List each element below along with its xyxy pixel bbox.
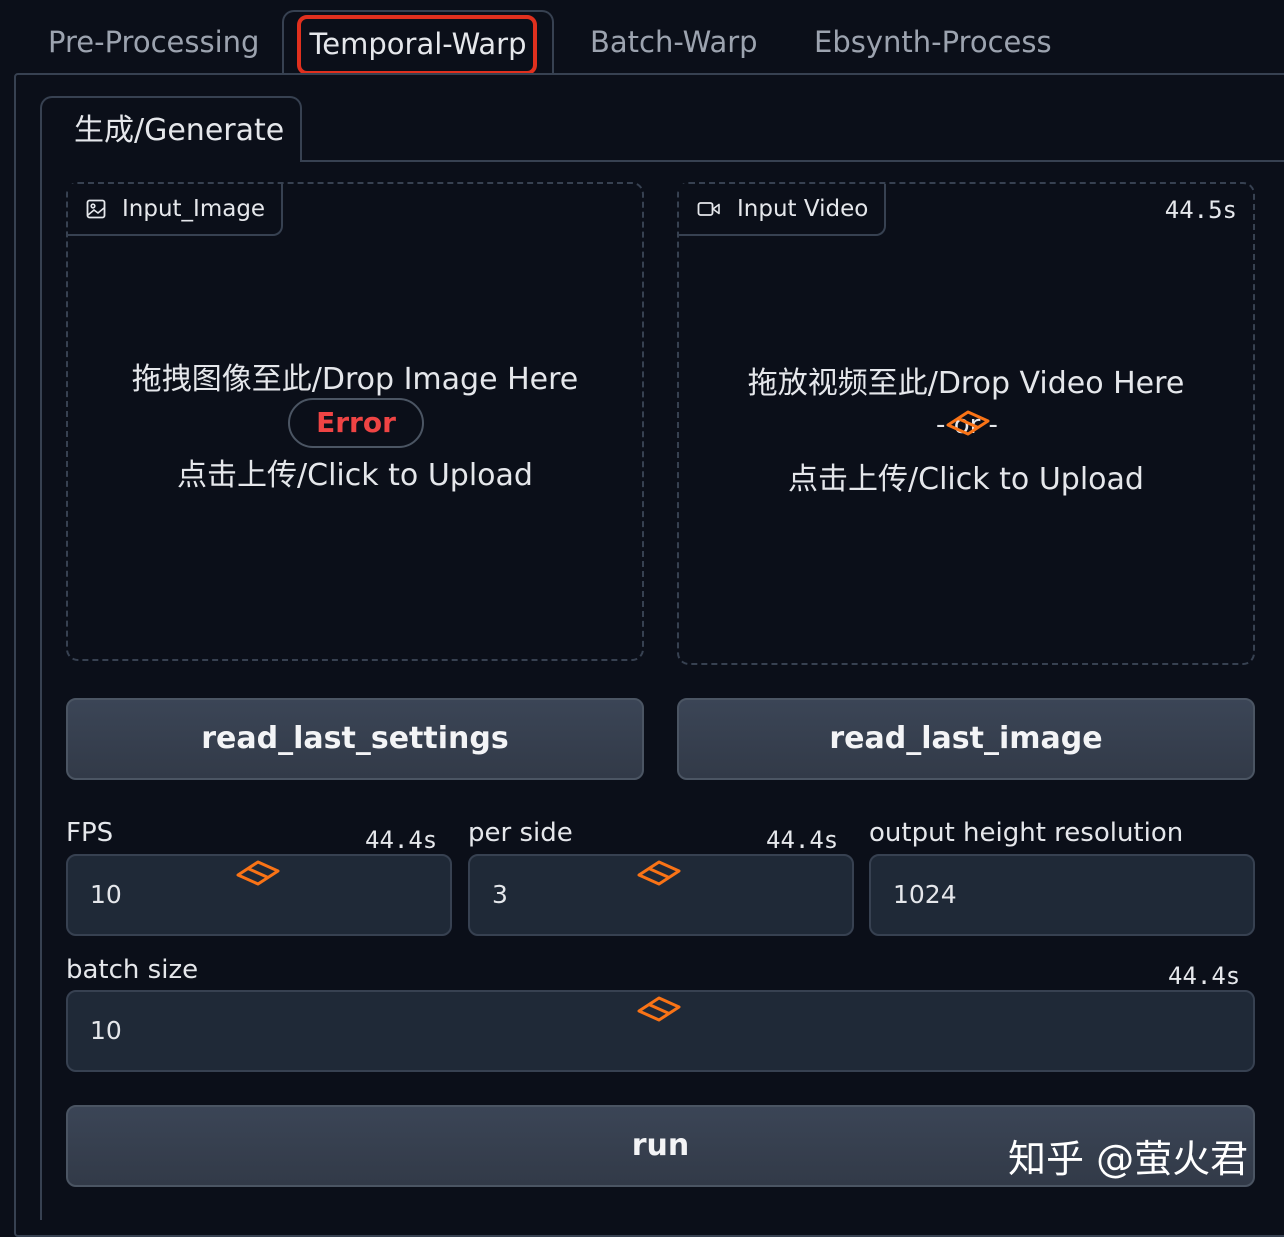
image-input-label-text: Input_Image bbox=[122, 196, 266, 222]
per-side-label: per side bbox=[468, 818, 573, 848]
batch-size-label: batch size bbox=[66, 955, 199, 985]
tab-ebsynth-process[interactable]: Ebsynth-Process bbox=[814, 10, 1052, 74]
video-input-label-text: Input Video bbox=[737, 196, 869, 222]
batch-size-loading-icon bbox=[637, 996, 681, 1022]
output-height-label: output height resolution bbox=[869, 818, 1184, 848]
video-drop-text: 拖放视频至此/Drop Video Here bbox=[747, 366, 1185, 401]
video-icon bbox=[697, 202, 720, 216]
video-timer: 44.5s bbox=[1164, 196, 1237, 224]
per-side-timer: 44.4s bbox=[766, 826, 839, 854]
tab-generate[interactable]: 生成/Generate bbox=[40, 96, 302, 162]
tab-batch-warp[interactable]: Batch-Warp bbox=[590, 10, 758, 74]
image-click-text: 点击上传/Click to Upload bbox=[177, 458, 533, 493]
image-input-label: Input_Image bbox=[68, 184, 284, 236]
top-tab-bar: Pre-Processing Temporal-Warp Batch-Warp … bbox=[0, 0, 1284, 74]
video-click-text: 点击上传/Click to Upload bbox=[788, 462, 1144, 497]
output-height-input[interactable]: 1024 bbox=[869, 854, 1255, 936]
batch-size-timer: 44.4s bbox=[1168, 962, 1241, 990]
video-input-label: Input Video bbox=[679, 184, 887, 236]
image-dropzone[interactable]: Input_Image 拖拽图像至此/Drop Image Here Error… bbox=[66, 182, 644, 661]
video-dropzone[interactable]: Input Video 44.5s 拖放视频至此/Drop Video Here… bbox=[677, 182, 1255, 665]
fps-loading-icon bbox=[236, 860, 280, 886]
fps-timer: 44.4s bbox=[365, 826, 438, 854]
error-badge: Error bbox=[288, 398, 424, 448]
per-side-loading-icon bbox=[637, 860, 681, 886]
highlight-annotation-box bbox=[297, 15, 537, 75]
image-icon bbox=[86, 199, 106, 219]
read-last-image-button[interactable]: read_last_image bbox=[677, 698, 1255, 780]
watermark: 知乎 @萤火君 bbox=[1008, 1137, 1249, 1181]
fps-label: FPS bbox=[66, 818, 114, 848]
image-drop-text: 拖拽图像至此/Drop Image Here bbox=[131, 362, 579, 397]
tab-pre-processing[interactable]: Pre-Processing bbox=[48, 10, 259, 74]
read-last-settings-button[interactable]: read_last_settings bbox=[66, 698, 644, 780]
loading-spinner-icon bbox=[946, 410, 990, 436]
